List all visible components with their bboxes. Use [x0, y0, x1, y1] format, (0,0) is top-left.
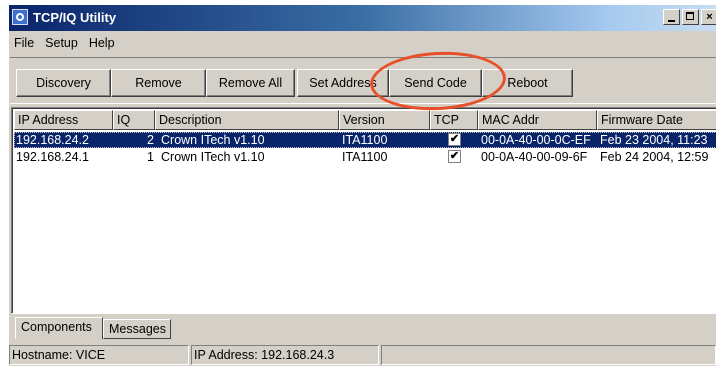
menu-bar: File Setup Help [9, 33, 121, 55]
cell-firmware-date: Feb 24 2004, 12:59 [600, 150, 709, 164]
cell-mac: 00-0A-40-00-0C-EF [481, 133, 591, 147]
check-icon: ✔ [449, 133, 460, 145]
remove-button[interactable]: Remove [111, 69, 206, 97]
header-version[interactable]: Version [339, 110, 430, 130]
header-tcp[interactable]: TCP [430, 110, 478, 130]
reboot-button[interactable]: Reboot [482, 69, 573, 97]
discovery-button[interactable]: Discovery [16, 69, 111, 97]
cell-version: ITA1100 [342, 133, 388, 147]
tab-components[interactable]: Components [15, 317, 103, 339]
status-empty-panel [381, 345, 716, 365]
menu-help[interactable]: Help [84, 33, 121, 55]
status-bar: Hostname: VICE IP Address: 192.168.24.3 [9, 343, 716, 366]
window-title: TCP/IQ Utility [33, 10, 117, 25]
menu-file[interactable]: File [9, 33, 40, 55]
minimize-button[interactable] [663, 9, 680, 25]
status-ip-address: IP Address: 192.168.24.3 [191, 345, 379, 365]
header-description[interactable]: Description [155, 110, 339, 130]
remove-all-button[interactable]: Remove All [206, 69, 295, 97]
cell-iq: 2 [147, 133, 154, 147]
cell-mac: 00-0A-40-00-09-6F [481, 150, 588, 164]
app-icon [12, 9, 28, 25]
cell-firmware-date: Feb 23 2004, 11:23 [600, 133, 708, 147]
device-list[interactable]: IP Address IQ Description Version TCP MA… [11, 107, 716, 314]
status-hostname: Hostname: VICE [9, 345, 189, 365]
tab-messages[interactable]: Messages [103, 319, 171, 339]
table-row[interactable]: 192.168.24.1 1 Crown ITech v1.10 ITA1100… [14, 149, 716, 165]
header-mac-addr[interactable]: MAC Addr [478, 110, 597, 130]
cell-version: ITA1100 [342, 150, 388, 164]
app-window: TCP/IQ Utility × File Setup Help Discove… [9, 5, 716, 366]
set-address-button[interactable]: Set Address [297, 69, 389, 97]
header-iq[interactable]: IQ [113, 110, 155, 130]
send-code-button[interactable]: Send Code [389, 69, 482, 97]
tcp-checkbox[interactable]: ✔ [448, 133, 461, 146]
menu-setup[interactable]: Setup [40, 33, 84, 55]
table-row[interactable]: 192.168.24.2 2 Crown ITech v1.10 ITA1100… [14, 132, 716, 148]
tcp-checkbox[interactable]: ✔ [448, 150, 461, 163]
cell-ip: 192.168.24.1 [16, 150, 89, 164]
cell-description: Crown ITech v1.10 [161, 133, 265, 147]
maximize-button[interactable] [682, 9, 699, 25]
close-button[interactable]: × [701, 9, 716, 25]
header-firmware-date[interactable]: Firmware Date [597, 110, 716, 130]
cell-iq: 1 [147, 150, 154, 164]
title-bar[interactable]: TCP/IQ Utility × [9, 5, 716, 31]
close-icon: × [706, 11, 713, 23]
cell-ip: 192.168.24.2 [16, 133, 89, 147]
cell-description: Crown ITech v1.10 [161, 150, 265, 164]
check-icon: ✔ [449, 150, 460, 162]
header-ip-address[interactable]: IP Address [14, 110, 113, 130]
tab-strip: Components Messages [9, 315, 716, 341]
